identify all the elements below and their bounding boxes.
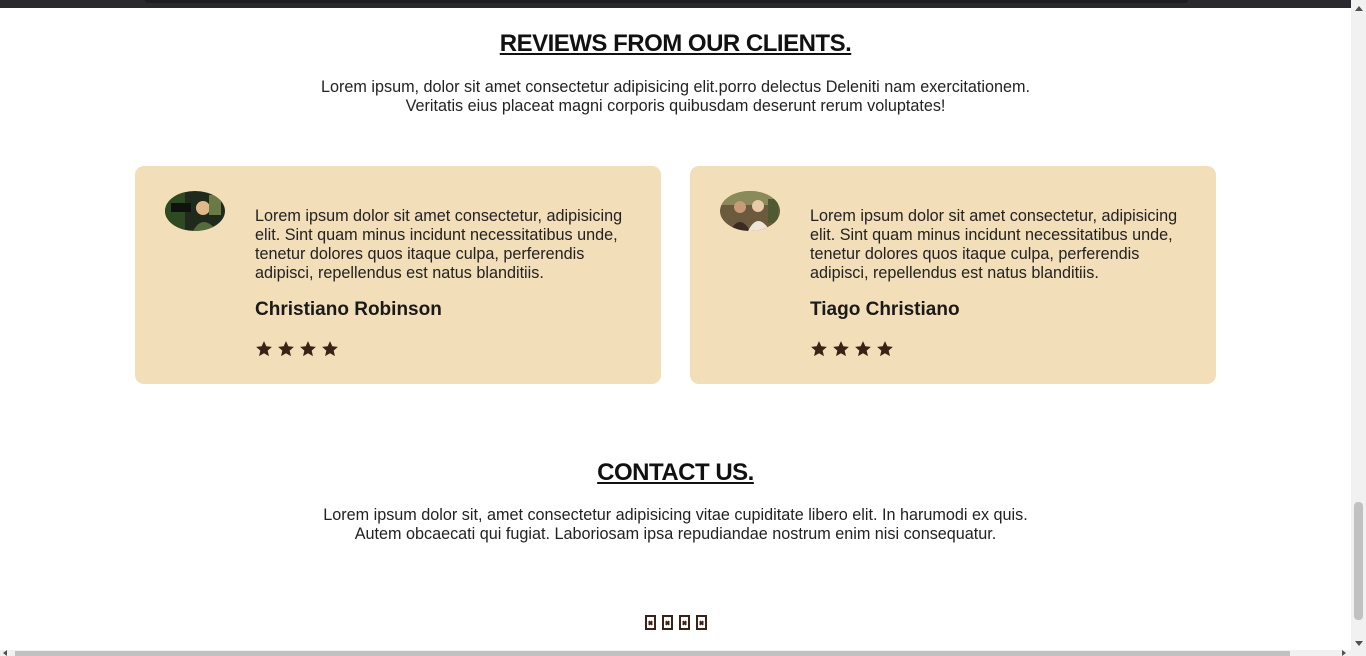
missing-glyph-icon[interactable] xyxy=(661,615,673,630)
social-links xyxy=(0,615,1351,630)
review-text: Lorem ipsum dolor sit amet consectetur, … xyxy=(810,207,1178,282)
reviews-intro-line-1: Lorem ipsum, dolor sit amet consectetur … xyxy=(321,78,1030,96)
star-icon xyxy=(833,341,849,357)
scroll-left-arrow-icon[interactable] xyxy=(3,650,7,656)
missing-glyph-icon[interactable] xyxy=(678,615,690,630)
star-rating xyxy=(810,340,894,358)
scroll-right-arrow-icon[interactable] xyxy=(1342,650,1346,656)
review-text: Lorem ipsum dolor sit amet consectetur, … xyxy=(255,207,623,282)
star-icon xyxy=(877,341,893,357)
contact-text-line-2: Autem obcaecati qui fugiat. Laboriosam i… xyxy=(354,525,997,543)
reviewer-name: Tiago Christiano xyxy=(810,299,960,320)
reviews-title: REVIEWS FROM OUR CLIENTS. xyxy=(499,30,852,57)
star-rating xyxy=(255,340,339,358)
reviewer-name: Christiano Robinson xyxy=(255,299,442,320)
reviews-intro: Lorem ipsum, dolor sit amet consectetur … xyxy=(0,78,1351,116)
missing-glyph-icon[interactable] xyxy=(644,615,656,630)
contact-text: Lorem ipsum dolor sit, amet consectetur … xyxy=(0,506,1351,544)
vertical-scroll-thumb[interactable] xyxy=(1354,502,1363,620)
missing-glyph-icon[interactable] xyxy=(695,615,707,630)
scroll-down-arrow-icon[interactable] xyxy=(1355,641,1363,646)
review-card: Lorem ipsum dolor sit amet consectetur, … xyxy=(135,166,661,384)
contact-text-line-1: Lorem ipsum dolor sit, amet consectetur … xyxy=(323,506,1028,524)
review-card: Lorem ipsum dolor sit amet consectetur, … xyxy=(690,166,1216,384)
horizontal-scroll-thumb[interactable] xyxy=(15,651,1290,656)
star-icon xyxy=(322,341,338,357)
star-icon xyxy=(300,341,316,357)
horizontal-scrollbar[interactable] xyxy=(0,650,1366,656)
avatar xyxy=(165,191,225,231)
vertical-scrollbar[interactable] xyxy=(1351,0,1366,650)
scroll-up-arrow-icon[interactable] xyxy=(1355,6,1363,11)
page-content: REVIEWS FROM OUR CLIENTS. Lorem ipsum, d… xyxy=(0,0,1351,650)
star-icon xyxy=(256,341,272,357)
reviews-intro-line-2: Veritatis eius placeat magni corporis qu… xyxy=(405,97,946,115)
star-icon xyxy=(278,341,294,357)
star-icon xyxy=(811,341,827,357)
avatar xyxy=(720,191,780,231)
contact-title: CONTACT US. xyxy=(597,459,754,486)
star-icon xyxy=(855,341,871,357)
